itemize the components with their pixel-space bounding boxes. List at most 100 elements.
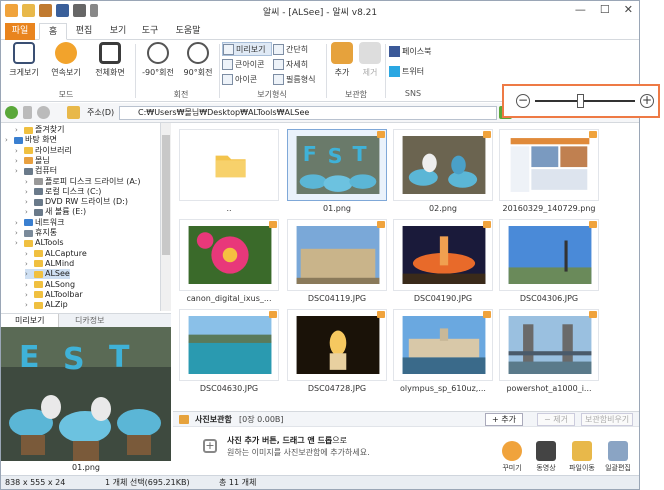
thumbnail-frame[interactable] [499,129,599,201]
expand-chevron-icon[interactable]: › [25,207,32,217]
tree-item[interactable]: › 몰님 [15,156,50,166]
batch-edit-button[interactable]: 일괄편집 [601,441,635,473]
rotate-right-button[interactable]: 90°회전 [177,42,219,78]
expand-chevron-icon[interactable]: › [15,218,22,228]
expand-chevron-icon[interactable]: › [15,125,22,135]
tree-item[interactable]: › 바탕 화면 [5,135,57,145]
rotate-left-button[interactable]: -90°회전 [137,42,179,78]
thumbnail-item[interactable]: DSC04630.JPG [179,309,279,399]
expand-chevron-icon[interactable]: › [25,187,32,197]
facebook-share-button[interactable]: 페이스북 [389,44,447,58]
photobox-remove-button[interactable]: − 제거 [537,413,575,426]
photobox-add-button[interactable]: + 추가 [485,413,523,426]
tree-item[interactable]: › 새 볼륨 (E:) [25,207,86,217]
thumbnail-frame[interactable] [287,219,387,291]
thumbnail-frame[interactable] [393,129,493,201]
zoom-slider-track[interactable] [535,100,635,102]
view-mode-detail[interactable]: 자세히 [273,57,323,71]
expand-chevron-icon[interactable]: › [5,135,12,145]
thumbnail-frame[interactable] [393,309,493,381]
view-mode-large-icon[interactable]: 큰아이콘 [222,57,272,71]
expand-chevron-icon[interactable]: › [15,166,22,176]
up-folder-button[interactable] [67,106,80,119]
tree-item[interactable]: › 네트워크 [15,218,64,228]
expand-chevron-icon[interactable]: › [15,238,22,248]
zoom-out-button[interactable]: − [516,94,530,108]
expand-chevron-icon[interactable]: › [15,146,22,156]
video-button[interactable]: 동영상 [529,441,563,473]
thumbnail-item[interactable]: olympus_sp_610uz,... [393,309,493,399]
forward-button[interactable] [37,106,50,119]
thumbnail-frame[interactable] [179,219,279,291]
tab-camera-info[interactable]: 디카정보 [61,314,121,328]
zoom-in-button[interactable]: + [640,94,654,108]
expand-chevron-icon[interactable]: › [15,156,22,166]
expand-chevron-icon[interactable]: › [25,259,32,269]
fullscreen-button[interactable]: 전체화면 [89,42,131,78]
back-button[interactable] [5,106,18,119]
twitter-share-button[interactable]: 트위터 [389,64,447,78]
expand-chevron-icon[interactable]: › [25,280,32,290]
tab-home[interactable]: 홈 [39,23,67,40]
thumbnail-item[interactable]: F S T 01.png [287,129,387,219]
tab-file[interactable]: 파일 [5,23,35,40]
thumbnail-frame[interactable] [287,309,387,381]
thumbnail-item[interactable]: 20160329_140729.png [499,129,599,219]
expand-chevron-icon[interactable]: › [25,197,32,207]
view-mode-icon[interactable]: 아이콘 [222,72,272,86]
expand-chevron-icon[interactable]: › [25,290,32,300]
tab-edit[interactable]: 편집 [71,23,97,40]
zoom-slider-thumb[interactable] [577,94,584,108]
thumbnail-item[interactable]: DSC04190.JPG [393,219,493,309]
expand-chevron-icon[interactable]: › [25,249,32,259]
tree-item[interactable]: › ALCapture [25,249,87,259]
move-file-button[interactable]: 파일이동 [565,441,599,473]
tree-item[interactable]: › ALSong [25,280,75,290]
tree-item[interactable]: › 플로피 디스크 드라이브 (A:) [25,177,141,187]
tab-view[interactable]: 보기 [105,23,131,40]
thumbnail-frame[interactable] [499,219,599,291]
thumbnail-frame[interactable]: FST [287,129,387,201]
address-input[interactable]: C:₩Users₩몰님₩Desktop₩ALTools₩ALSee [119,106,497,120]
expand-chevron-icon[interactable]: › [25,269,32,279]
thumbnail-item[interactable]: DSC04728.JPG [287,309,387,399]
tree-item[interactable]: › ALSee [25,269,70,280]
tree-item[interactable]: › 즐겨찾기 [15,125,64,135]
tree-item[interactable]: › ALTools [15,238,64,248]
photobox-clear-button[interactable]: 보관함비우기 [581,413,634,426]
thumbnail-frame[interactable] [179,129,279,201]
large-view-button[interactable]: 크게보기 [3,42,45,78]
tree-item[interactable]: › 라이브러리 [15,146,72,156]
expand-chevron-icon[interactable]: › [25,300,32,310]
decorate-button[interactable]: 꾸미기 [495,441,529,473]
back-history-dropdown-icon[interactable] [23,106,32,119]
tree-item[interactable]: › 휴지통 [15,228,57,238]
thumbnail-item[interactable]: DSC04306.JPG [499,219,599,309]
thumbnail-frame[interactable] [179,309,279,381]
tab-tools[interactable]: 도구 [137,23,163,40]
thumbnail-item[interactable]: 02.png [393,129,493,219]
view-mode-preview[interactable]: 미리보기 [222,42,272,56]
thumbnail-item[interactable]: powershot_a1000_i... [499,309,599,399]
tab-preview[interactable]: 미리보기 [1,314,59,328]
tree-scrollbar[interactable] [161,123,171,311]
expand-chevron-icon[interactable]: › [15,228,22,238]
tree-item[interactable]: › 컴퓨터 [15,166,57,176]
thumbnail-item[interactable]: DSC04119.JPG [287,219,387,309]
tree-item[interactable]: › ALToolbar [25,290,83,300]
tree-item[interactable]: › ALMind [25,259,74,269]
maximize-button[interactable]: ☐ [600,3,610,16]
thumbnail-frame[interactable] [499,309,599,381]
close-button[interactable]: ✕ [624,3,633,16]
tree-item[interactable]: › ALZip [25,300,68,310]
view-mode-simple[interactable]: 간단히 [273,42,323,56]
thumbnail-item[interactable]: canon_digital_ixus_... [179,219,279,309]
thumbnail-item[interactable]: .. [179,129,279,219]
tree-item[interactable]: › 로컬 디스크 (C:) [25,187,101,197]
scrollbar-thumb[interactable] [162,135,170,255]
thumbnail-frame[interactable] [393,219,493,291]
photobox-remove-button[interactable]: 제거 [353,42,387,78]
minimize-button[interactable]: — [575,3,586,16]
expand-chevron-icon[interactable]: › [25,177,32,187]
slideshow-button[interactable]: 연속보기 [45,42,87,78]
